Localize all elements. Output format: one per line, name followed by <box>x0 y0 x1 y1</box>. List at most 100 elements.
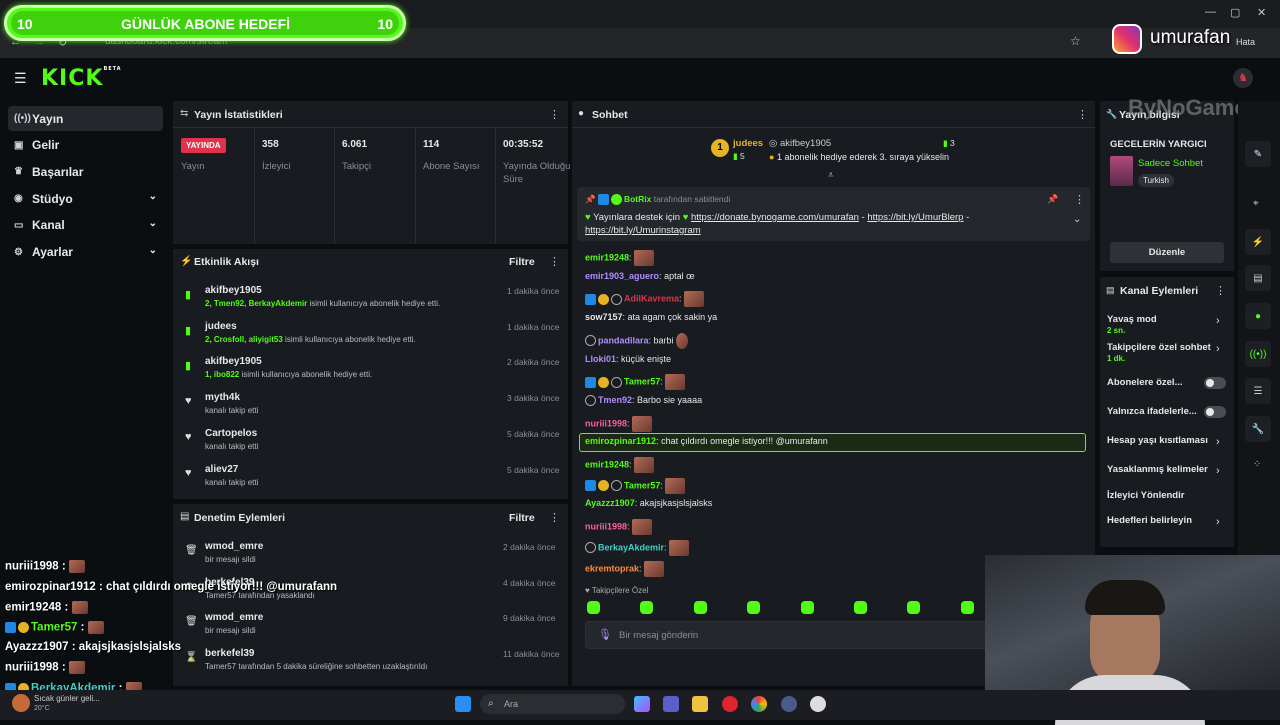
emote-button[interactable] <box>587 601 600 614</box>
chat-bubble-icon[interactable]: ● <box>1245 303 1271 329</box>
emote-button[interactable] <box>640 601 654 614</box>
emote-button[interactable] <box>747 601 761 614</box>
toggle-switch[interactable] <box>1204 377 1226 389</box>
layers-icon[interactable]: ☰ <box>1245 378 1271 404</box>
channel-action-4[interactable]: Hesap yaşı kısıtlaması <box>1107 435 1208 446</box>
error-label[interactable]: Hata <box>1236 37 1255 47</box>
edit-button[interactable]: Düzenle <box>1110 242 1224 263</box>
chat-menu-icon[interactable]: ⋮ <box>1077 108 1088 121</box>
channel-action-6[interactable]: İzleyici Yönlendir <box>1107 490 1184 501</box>
settings-icon: ⚙ <box>14 246 23 258</box>
collapse-icon[interactable]: ⩡ <box>828 170 834 181</box>
activity-time: 3 dakika önce <box>507 393 560 404</box>
sidebar-item-3[interactable]: ◉ Stüdyo ⌄ <box>8 186 163 211</box>
file-explorer-icon[interactable] <box>692 696 708 712</box>
target-icon[interactable]: ⌖ <box>1253 198 1259 209</box>
menu-icon[interactable]: ☰ <box>14 70 27 87</box>
tag-chip[interactable]: Turkish <box>1138 174 1174 187</box>
weather-temp[interactable]: 20°C <box>34 705 50 712</box>
app-icon-2[interactable] <box>810 696 826 712</box>
channel-action-2[interactable]: Abonelere özel... <box>1107 377 1183 388</box>
more-icon[interactable]: ⁘ <box>1253 459 1261 470</box>
user-avatar[interactable]: ♞ <box>1233 68 1253 88</box>
channel-actions-title: Kanal Eylemleri <box>1120 285 1199 297</box>
gifter-badge-icon <box>18 622 29 633</box>
kick-logo[interactable]: KICKBETA <box>41 66 122 91</box>
activity-detail: 1, ibo822 isimli kullanıcıya abonelik he… <box>205 370 373 380</box>
mic-icon[interactable]: 🎙 <box>598 628 612 641</box>
chevron-right-icon[interactable]: › <box>1216 315 1220 327</box>
channel-action-3[interactable]: Yalnızca ifadelerle... <box>1107 406 1197 417</box>
chat-message: nuriii1998: <box>585 415 653 432</box>
emote-button[interactable] <box>693 601 707 614</box>
emote-button[interactable] <box>907 601 921 614</box>
tools-icon[interactable]: 🔧 <box>1245 416 1271 442</box>
chevron-right-icon[interactable]: › <box>1216 516 1220 528</box>
document-icon[interactable]: ▤ <box>1245 265 1271 291</box>
taskbar-search[interactable] <box>480 694 625 714</box>
pin-icon[interactable]: 📌 <box>1047 194 1058 205</box>
minimize-icon[interactable]: — <box>1205 6 1216 18</box>
emote-button[interactable] <box>854 601 867 614</box>
mod-user[interactable]: wmod_emre <box>205 541 263 552</box>
gift-leader-name[interactable]: judees <box>733 138 763 149</box>
opera-icon[interactable] <box>722 696 738 712</box>
chevron-right-icon[interactable]: › <box>1216 436 1220 448</box>
teams-icon[interactable] <box>663 696 679 712</box>
channel-action-0[interactable]: Yavaş mod <box>1107 314 1157 325</box>
sidebar-item-4[interactable]: ▭ Kanal ⌄ <box>8 213 163 238</box>
moderation-filter-button[interactable]: Filtre <box>509 512 535 524</box>
edit-layout-icon[interactable]: ✎ <box>1245 141 1271 167</box>
activity-user[interactable]: aliev27 <box>205 464 238 475</box>
bookmark-star-icon[interactable]: ☆ <box>1070 34 1081 48</box>
moderation-menu-icon[interactable]: ⋮ <box>549 511 560 524</box>
chat-input-placeholder[interactable]: Bir mesaj gönderin <box>619 630 698 641</box>
channel-action-5[interactable]: Yasaklanmış kelimeler <box>1107 464 1208 475</box>
sidebar-item-2[interactable]: ♛ Başarılar <box>8 159 163 184</box>
bolt-icon: ⚡ <box>180 256 193 267</box>
activity-filter-button[interactable]: Filtre <box>509 256 535 268</box>
activity-user[interactable]: akifbey1905 <box>205 285 262 296</box>
sidebar-item-5[interactable]: ⚙ Ayarlar ⌄ <box>8 240 163 265</box>
emote-button[interactable] <box>960 601 974 614</box>
channel-actions-menu-icon[interactable]: ⋮ <box>1215 284 1226 297</box>
sidebar-item-1[interactable]: ▣ Gelir <box>8 133 163 158</box>
mod-time: 2 dakika önce <box>503 542 556 552</box>
taskbar-search-label[interactable]: Ara <box>504 699 518 709</box>
emote-button[interactable] <box>800 601 814 614</box>
copilot-icon[interactable] <box>634 696 650 712</box>
expand-pinned-icon[interactable]: ⌄ <box>1073 214 1081 225</box>
activity-menu-icon[interactable]: ⋮ <box>549 255 560 268</box>
category-thumbnail[interactable] <box>1110 156 1133 186</box>
activity-user[interactable]: judees <box>205 321 237 332</box>
weather-icon[interactable] <box>12 694 30 712</box>
dashboard-header <box>0 58 1280 98</box>
channel-action-7[interactable]: Hedefleri belirleyin <box>1107 515 1192 526</box>
moderator-icon <box>585 293 596 305</box>
weather-title[interactable]: Sıcak günler geli... <box>34 694 100 703</box>
chat-message: pandadilara: barbi <box>585 332 689 349</box>
pinned-menu-icon[interactable]: ⋮ <box>1074 193 1085 206</box>
stats-menu-icon[interactable]: ⋮ <box>549 108 560 121</box>
sidebar-item-0[interactable]: ((•)) Yayın <box>8 106 163 131</box>
chat-message: emirozpinar1912: chat çıldırdı omegle is… <box>585 436 828 447</box>
channel-action-1[interactable]: Takipçilere özel sohbet <box>1107 342 1211 353</box>
mod-user[interactable]: wmod_emre <box>205 612 263 623</box>
chevron-right-icon[interactable]: › <box>1216 465 1220 477</box>
mod-user[interactable]: berkefel39 <box>205 648 254 659</box>
lightning-icon[interactable]: ⚡ <box>1245 229 1271 255</box>
broadcast-signal-icon[interactable]: ((•)) <box>1245 341 1271 367</box>
chevron-right-icon[interactable]: › <box>1216 343 1220 355</box>
windows-start-icon[interactable] <box>455 696 471 712</box>
chrome-icon[interactable] <box>751 696 767 712</box>
activity-user[interactable]: akifbey1905 <box>205 356 262 367</box>
maximize-icon[interactable]: ▢ <box>1230 6 1240 19</box>
stats-title: Yayın İstatistikleri <box>194 109 283 121</box>
activity-user[interactable]: myth4k <box>205 392 240 403</box>
app-icon[interactable] <box>781 696 797 712</box>
activity-user[interactable]: Cartopelos <box>205 428 257 439</box>
activity-detail: kanalı takip etti <box>205 441 259 451</box>
close-window-icon[interactable]: ✕ <box>1257 6 1266 19</box>
emote-image <box>87 621 104 634</box>
toggle-switch[interactable] <box>1204 406 1226 418</box>
